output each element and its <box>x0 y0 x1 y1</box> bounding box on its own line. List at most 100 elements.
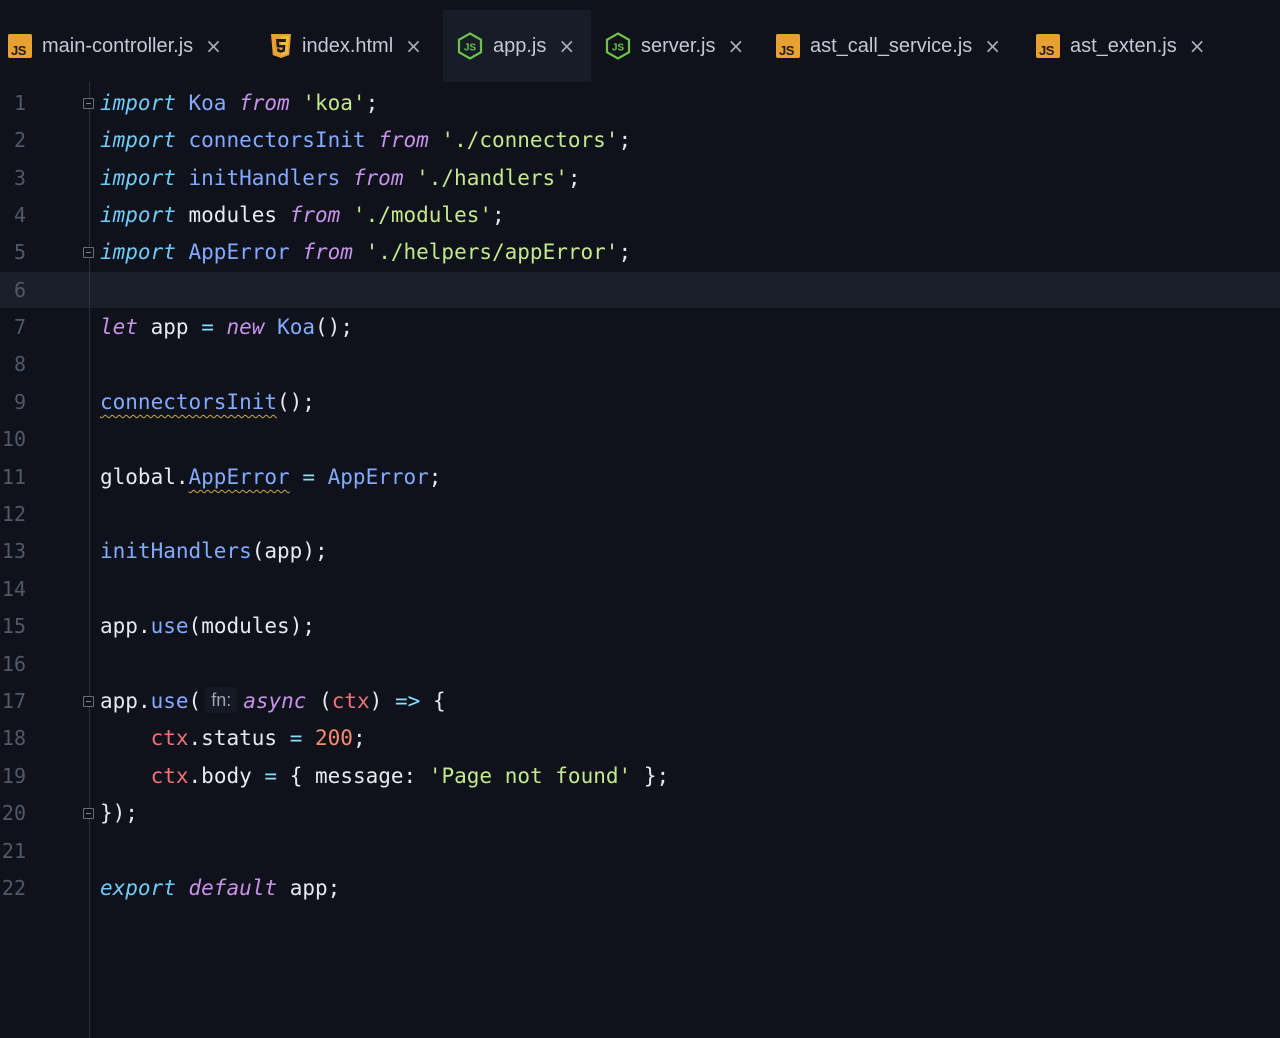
close-icon[interactable]: × <box>1189 34 1206 58</box>
js-file-icon: JS <box>8 34 32 58</box>
line-number: 5 <box>13 240 26 264</box>
html5-file-icon <box>271 34 291 58</box>
line-number: 21 <box>1 839 26 863</box>
tab-label: index.html <box>302 34 394 57</box>
code-line[interactable]: 9 connectorsInit(); <box>0 384 1280 421</box>
identifier-warning[interactable]: connectorsInit <box>100 390 277 414</box>
keyword: from <box>302 240 353 264</box>
tab-label: ast_exten.js <box>1070 34 1177 57</box>
identifier: initHandlers <box>100 539 252 563</box>
keyword: export <box>100 876 176 900</box>
number-literal: 200 <box>315 726 353 750</box>
fold-marker-icon[interactable] <box>83 247 94 258</box>
code-line[interactable]: 15 app.use(modules); <box>0 608 1280 645</box>
tab-label: server.js <box>641 34 716 57</box>
code-line[interactable]: 14 <box>0 571 1280 608</box>
line-number: 11 <box>1 465 26 489</box>
line-number: 3 <box>13 166 26 190</box>
tab-ast-exten[interactable]: JS ast_exten.js × <box>1022 10 1232 82</box>
code-line[interactable]: 1 import Koa from 'koa'; <box>0 85 1280 122</box>
line-number: 10 <box>1 427 26 451</box>
identifier: initHandlers <box>188 166 341 190</box>
line-number: 12 <box>1 502 26 526</box>
keyword: from <box>378 128 429 152</box>
keyword: from <box>352 166 404 190</box>
code-line[interactable]: 2 import connectorsInit from './connecto… <box>0 122 1280 159</box>
keyword: new <box>226 315 265 339</box>
method: use <box>150 614 189 638</box>
code-line[interactable]: 19 ctx.body = { message: 'Page not found… <box>0 758 1280 795</box>
keyword: let <box>100 315 138 339</box>
code-line[interactable]: 7 let app = new Koa(); <box>0 309 1280 346</box>
tab-label: main-controller.js <box>42 34 194 57</box>
code-editor[interactable]: 1 import Koa from 'koa'; 2 import connec… <box>0 82 1280 1038</box>
code-line[interactable]: 4 import modules from './modules'; <box>0 197 1280 234</box>
keyword: import <box>100 128 176 152</box>
tab-app-js[interactable]: JS app.js × <box>443 10 591 82</box>
parameter: ctx <box>150 726 189 750</box>
keyword: from <box>289 203 341 227</box>
property: body <box>201 764 252 788</box>
identifier: app <box>100 614 138 638</box>
code-line-current[interactable]: 6 <box>0 272 1280 309</box>
string-literal: './connectors' <box>441 128 619 152</box>
tab-ast-call-service[interactable]: JS ast_call_service.js × <box>762 10 1022 82</box>
fold-marker-icon[interactable] <box>83 808 94 819</box>
code-line[interactable]: 20 }); <box>0 795 1280 832</box>
line-number: 7 <box>13 315 26 339</box>
svg-text:JS: JS <box>464 43 477 54</box>
fold-marker-icon[interactable] <box>83 98 94 109</box>
tab-index-html[interactable]: index.html × <box>256 10 443 82</box>
identifier-warning[interactable]: AppError <box>189 465 290 489</box>
close-icon[interactable]: × <box>727 34 744 58</box>
close-icon[interactable]: × <box>558 34 575 58</box>
editor-tab-bar: JS main-controller.js × index.html × JS … <box>0 0 1280 82</box>
line-number: 9 <box>13 390 26 414</box>
line-number: 19 <box>1 764 26 788</box>
line-number: 18 <box>1 726 26 750</box>
keyword: async <box>243 689 307 713</box>
string-literal: 'koa' <box>302 91 366 115</box>
close-icon[interactable]: × <box>984 34 1001 58</box>
code-line[interactable]: 13 initHandlers(app); <box>0 533 1280 570</box>
line-number: 4 <box>13 203 26 227</box>
line-number: 1 <box>13 91 26 115</box>
fold-marker-icon[interactable] <box>83 696 94 707</box>
code-line[interactable]: 5 import AppError from './helpers/appErr… <box>0 234 1280 271</box>
property: status <box>201 726 278 750</box>
line-number: 6 <box>13 278 26 302</box>
close-icon[interactable]: × <box>405 34 422 58</box>
line-number: 20 <box>1 801 26 825</box>
line-number: 22 <box>1 876 26 900</box>
code-line[interactable]: 8 <box>0 346 1280 383</box>
js-file-icon: JS <box>1036 34 1060 58</box>
code-line[interactable]: 21 <box>0 833 1280 870</box>
string-literal: './modules' <box>352 203 492 227</box>
identifier: AppError <box>188 240 290 264</box>
inlay-parameter-hint: fn: <box>205 687 238 713</box>
line-number: 14 <box>1 577 26 601</box>
code-line[interactable]: 22 export default app; <box>0 870 1280 907</box>
identifier: app <box>150 315 189 339</box>
code-line[interactable]: 18 ctx.status = 200; <box>0 720 1280 757</box>
code-line[interactable]: 3 import initHandlers from './handlers'; <box>0 160 1280 197</box>
line-number: 15 <box>1 614 26 638</box>
string-literal: './helpers/appError' <box>365 240 619 264</box>
parameter: ctx <box>331 689 370 713</box>
code-line[interactable]: 10 <box>0 421 1280 458</box>
code-line[interactable]: 12 <box>0 496 1280 533</box>
code-line[interactable]: 11 global.AppError = AppError; <box>0 459 1280 496</box>
close-icon[interactable]: × <box>205 34 222 58</box>
keyword: import <box>100 91 176 115</box>
tab-main-controller[interactable]: JS main-controller.js × <box>0 10 256 82</box>
code-line[interactable]: 16 <box>0 646 1280 683</box>
code-line[interactable]: 17 app.use(fn: async (ctx) => { <box>0 683 1280 720</box>
identifier: app <box>100 689 138 713</box>
identifier: Koa <box>188 91 227 115</box>
tab-server-js[interactable]: JS server.js × <box>591 10 762 82</box>
identifier: app <box>289 876 328 900</box>
keyword: default <box>188 876 278 900</box>
identifier: AppError <box>327 465 429 489</box>
identifier: global <box>100 465 176 489</box>
identifier: modules <box>188 203 278 227</box>
